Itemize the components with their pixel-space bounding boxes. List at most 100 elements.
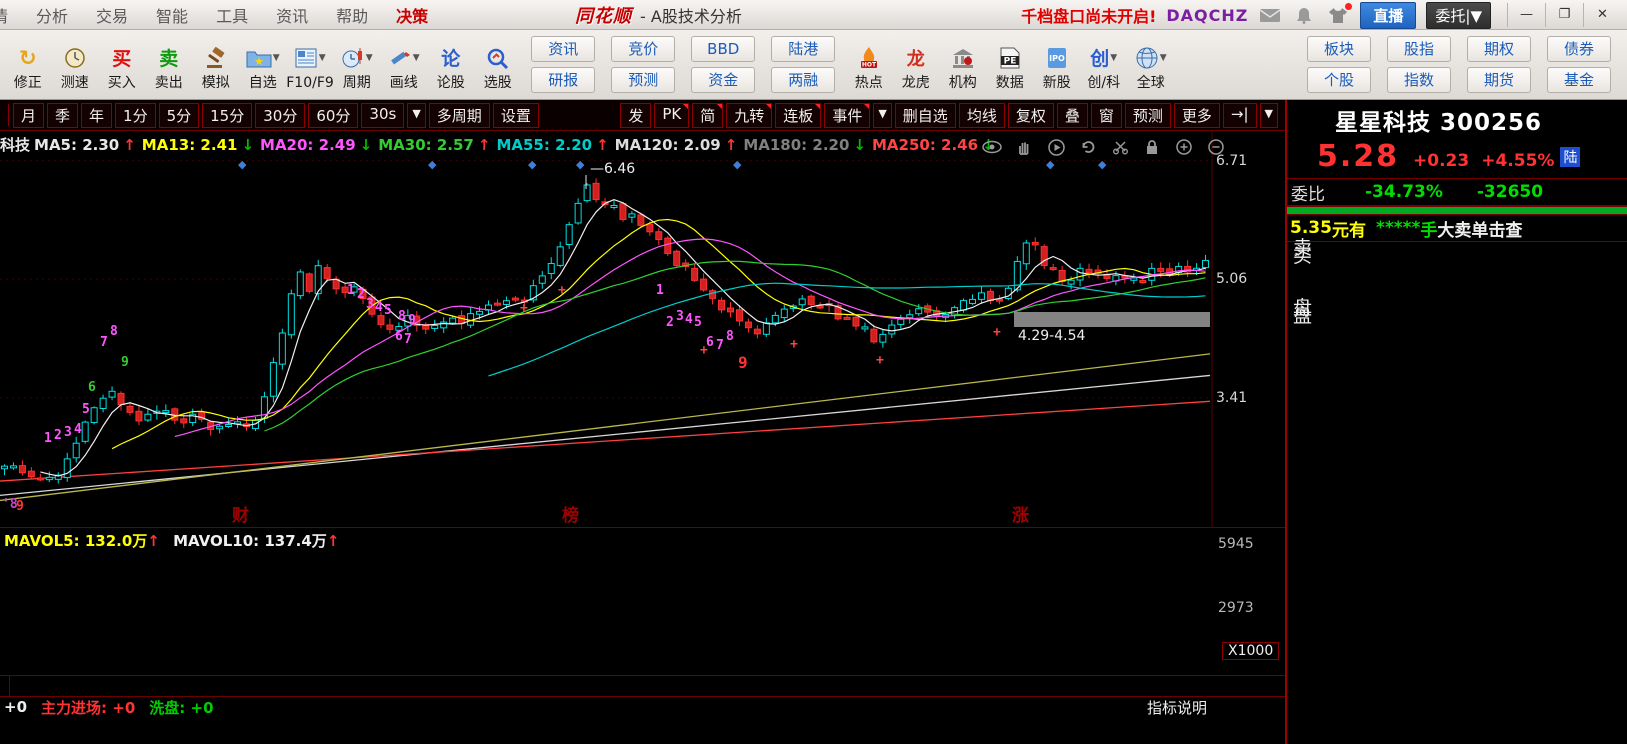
period-button-15分[interactable]: 15分 <box>202 103 252 128</box>
toolbar-item-模拟[interactable]: 模拟 <box>192 40 239 90</box>
toolbar-item-热点[interactable]: HOT热点 <box>845 40 892 90</box>
play-icon[interactable] <box>1046 139 1066 155</box>
order-button[interactable]: 委托|▼ <box>1426 2 1491 29</box>
toolbar-item-新股[interactable]: IPO新股 <box>1033 40 1080 90</box>
stock-code-entry[interactable]: DAQCHZ <box>1166 6 1248 25</box>
period-button-多周期[interactable]: 多周期 <box>429 103 490 128</box>
toolbar-button-资讯[interactable]: 资讯 <box>531 36 595 62</box>
chart-option-→|[interactable]: →| <box>1223 103 1257 128</box>
stock-name-code[interactable]: 星星科技 300256 <box>1287 103 1627 137</box>
chart-option-九转[interactable]: 九转 <box>726 103 772 128</box>
period-dropdown[interactable]: ▼ <box>407 103 425 128</box>
candlestick-chart[interactable]: 科技MA5: 2.30↑MA13: 2.41↓MA20: 2.49↓MA30: … <box>0 131 1285 528</box>
toolbar-button-两融[interactable]: 两融 <box>771 67 835 93</box>
toolbar-item-选股[interactable]: 选股 <box>474 40 521 90</box>
toolbar-button-竞价[interactable]: 竞价 <box>611 36 675 62</box>
restore-button[interactable]: ❐ <box>1545 3 1583 27</box>
toolbar-button-期货[interactable]: 期货 <box>1467 67 1531 93</box>
menu-item-交易[interactable]: 交易 <box>82 3 142 27</box>
lock-icon[interactable] <box>1142 139 1162 155</box>
chart-option-简[interactable]: 简 <box>692 103 723 128</box>
period-button-30s[interactable]: 30s <box>361 103 404 128</box>
toolbar-button-陆港[interactable]: 陆港 <box>771 36 835 62</box>
chart-option-叠[interactable]: 叠 <box>1057 103 1088 128</box>
toolbar-button-个股[interactable]: 个股 <box>1307 67 1371 93</box>
menu-item-highlight[interactable]: 决策 <box>382 3 442 27</box>
chart-option-删自选[interactable]: 删自选 <box>895 103 956 128</box>
scissors-icon[interactable] <box>1110 139 1130 155</box>
period-button-年[interactable]: 年 <box>81 103 112 128</box>
toolbar-item-创/科[interactable]: 创▼创/科 <box>1080 40 1127 90</box>
toolbar-item-卖出[interactable]: 卖卖出 <box>145 40 192 90</box>
chart-option-预测[interactable]: 预测 <box>1125 103 1171 128</box>
minimize-button[interactable]: — <box>1507 3 1545 27</box>
event-diamond-icon[interactable]: ◆ <box>1046 158 1054 171</box>
toolbar-button-指数[interactable]: 指数 <box>1387 67 1451 93</box>
chart-option-▼[interactable]: ▼ <box>873 103 891 128</box>
chart-option-发[interactable]: 发 <box>620 103 651 128</box>
chart-option-连板[interactable]: 连板 <box>775 103 821 128</box>
toolbar-button-基金[interactable]: 基金 <box>1547 67 1611 93</box>
event-diamond-icon[interactable]: ◆ <box>428 158 436 171</box>
chart-option-均线[interactable]: 均线 <box>959 103 1005 128</box>
toolbar-button-期权[interactable]: 期权 <box>1467 36 1531 62</box>
menu-item-智能[interactable]: 智能 <box>142 3 202 27</box>
volume-pane[interactable]: MAVOL5: 132.0万↑ MAVOL10: 137.4万↑ 5945 29… <box>0 528 1285 676</box>
toolbar-item-画线[interactable]: ▼画线 <box>380 40 427 90</box>
toolbar-item-测速[interactable]: 测速 <box>51 40 98 90</box>
toolbar-item-数据[interactable]: PE数据 <box>986 40 1033 90</box>
close-button[interactable]: ✕ <box>1583 3 1621 27</box>
chart-option-窗[interactable]: 窗 <box>1091 103 1122 128</box>
toolbar-button-预测[interactable]: 预测 <box>611 67 675 93</box>
toolbar-item-修正[interactable]: ↻修正 <box>4 40 51 90</box>
toolbar-item-买入[interactable]: 买买入 <box>98 40 145 90</box>
menu-item-partial[interactable]: 情 <box>0 3 22 27</box>
period-button-5分[interactable]: 5分 <box>159 103 200 128</box>
bell-icon[interactable] <box>1292 5 1316 25</box>
menu-item-工具[interactable]: 工具 <box>202 3 262 27</box>
menu-item-分析[interactable]: 分析 <box>22 3 82 27</box>
zoom-out-icon[interactable] <box>1206 139 1226 155</box>
toolbar-button-BBD[interactable]: BBD <box>691 36 755 62</box>
event-diamond-icon[interactable]: ◆ <box>733 158 741 171</box>
event-diamond-icon[interactable]: ◆ <box>238 158 246 171</box>
toolbar-button-债券[interactable]: 债券 <box>1547 36 1611 62</box>
toolbar-item-机构[interactable]: 机构 <box>939 40 986 90</box>
event-diamond-icon[interactable]: ◆ <box>528 158 536 171</box>
event-diamond-icon[interactable]: ◆ <box>576 158 584 171</box>
menu-item-帮助[interactable]: 帮助 <box>322 3 382 27</box>
chart-option-▼[interactable]: ▼ <box>1260 103 1278 128</box>
period-button-季[interactable]: 季 <box>47 103 78 128</box>
toolbar-item-周期[interactable]: ▼周期 <box>333 40 380 90</box>
zoom-in-icon[interactable] <box>1174 139 1194 155</box>
hand-icon[interactable] <box>1014 139 1034 155</box>
toolbar-item-龙虎[interactable]: 龙龙虎 <box>892 40 939 90</box>
chart-option-PK[interactable]: PK <box>654 103 689 128</box>
big-order-hint[interactable]: 5.35 元有 ***** 手 大卖单击查 <box>1287 215 1627 242</box>
toolbar-item-自选[interactable]: ★▼自选 <box>239 40 286 90</box>
toolbar-button-板块[interactable]: 板块 <box>1307 36 1371 62</box>
toolbar-item-全球[interactable]: ▼全球 <box>1127 40 1174 90</box>
toolbar-button-资金[interactable]: 资金 <box>691 67 755 93</box>
shirt-icon[interactable] <box>1326 5 1350 25</box>
event-diamond-icon[interactable]: ◆ <box>1098 158 1106 171</box>
forward-arrow-icon[interactable]: ⬇ <box>0 65 2 81</box>
indicator-help-link[interactable]: 指标说明 <box>1147 697 1207 718</box>
toolbar-button-研报[interactable]: 研报 <box>531 67 595 93</box>
undo-icon[interactable] <box>1078 139 1098 155</box>
chart-option-复权[interactable]: 复权 <box>1008 103 1054 128</box>
toolbar-item-论股[interactable]: 论论股 <box>427 40 474 90</box>
eye-icon[interactable] <box>982 139 1002 155</box>
chart-option-更多[interactable]: 更多 <box>1174 103 1220 128</box>
period-button-60分[interactable]: 60分 <box>308 103 358 128</box>
period-button-1分[interactable]: 1分 <box>115 103 156 128</box>
chart-option-事件[interactable]: 事件 <box>824 103 870 128</box>
mail-icon[interactable] <box>1258 5 1282 25</box>
menu-item-资讯[interactable]: 资讯 <box>262 3 322 27</box>
toolbar-button-股指[interactable]: 股指 <box>1387 36 1451 62</box>
toolbar-item-F10/F9[interactable]: ▼F10/F9 <box>286 40 333 90</box>
period-button-设置[interactable]: 设置 <box>493 103 539 128</box>
live-button[interactable]: 直播 <box>1360 2 1416 29</box>
period-button-月[interactable]: 月 <box>13 103 44 128</box>
period-button-30分[interactable]: 30分 <box>255 103 305 128</box>
